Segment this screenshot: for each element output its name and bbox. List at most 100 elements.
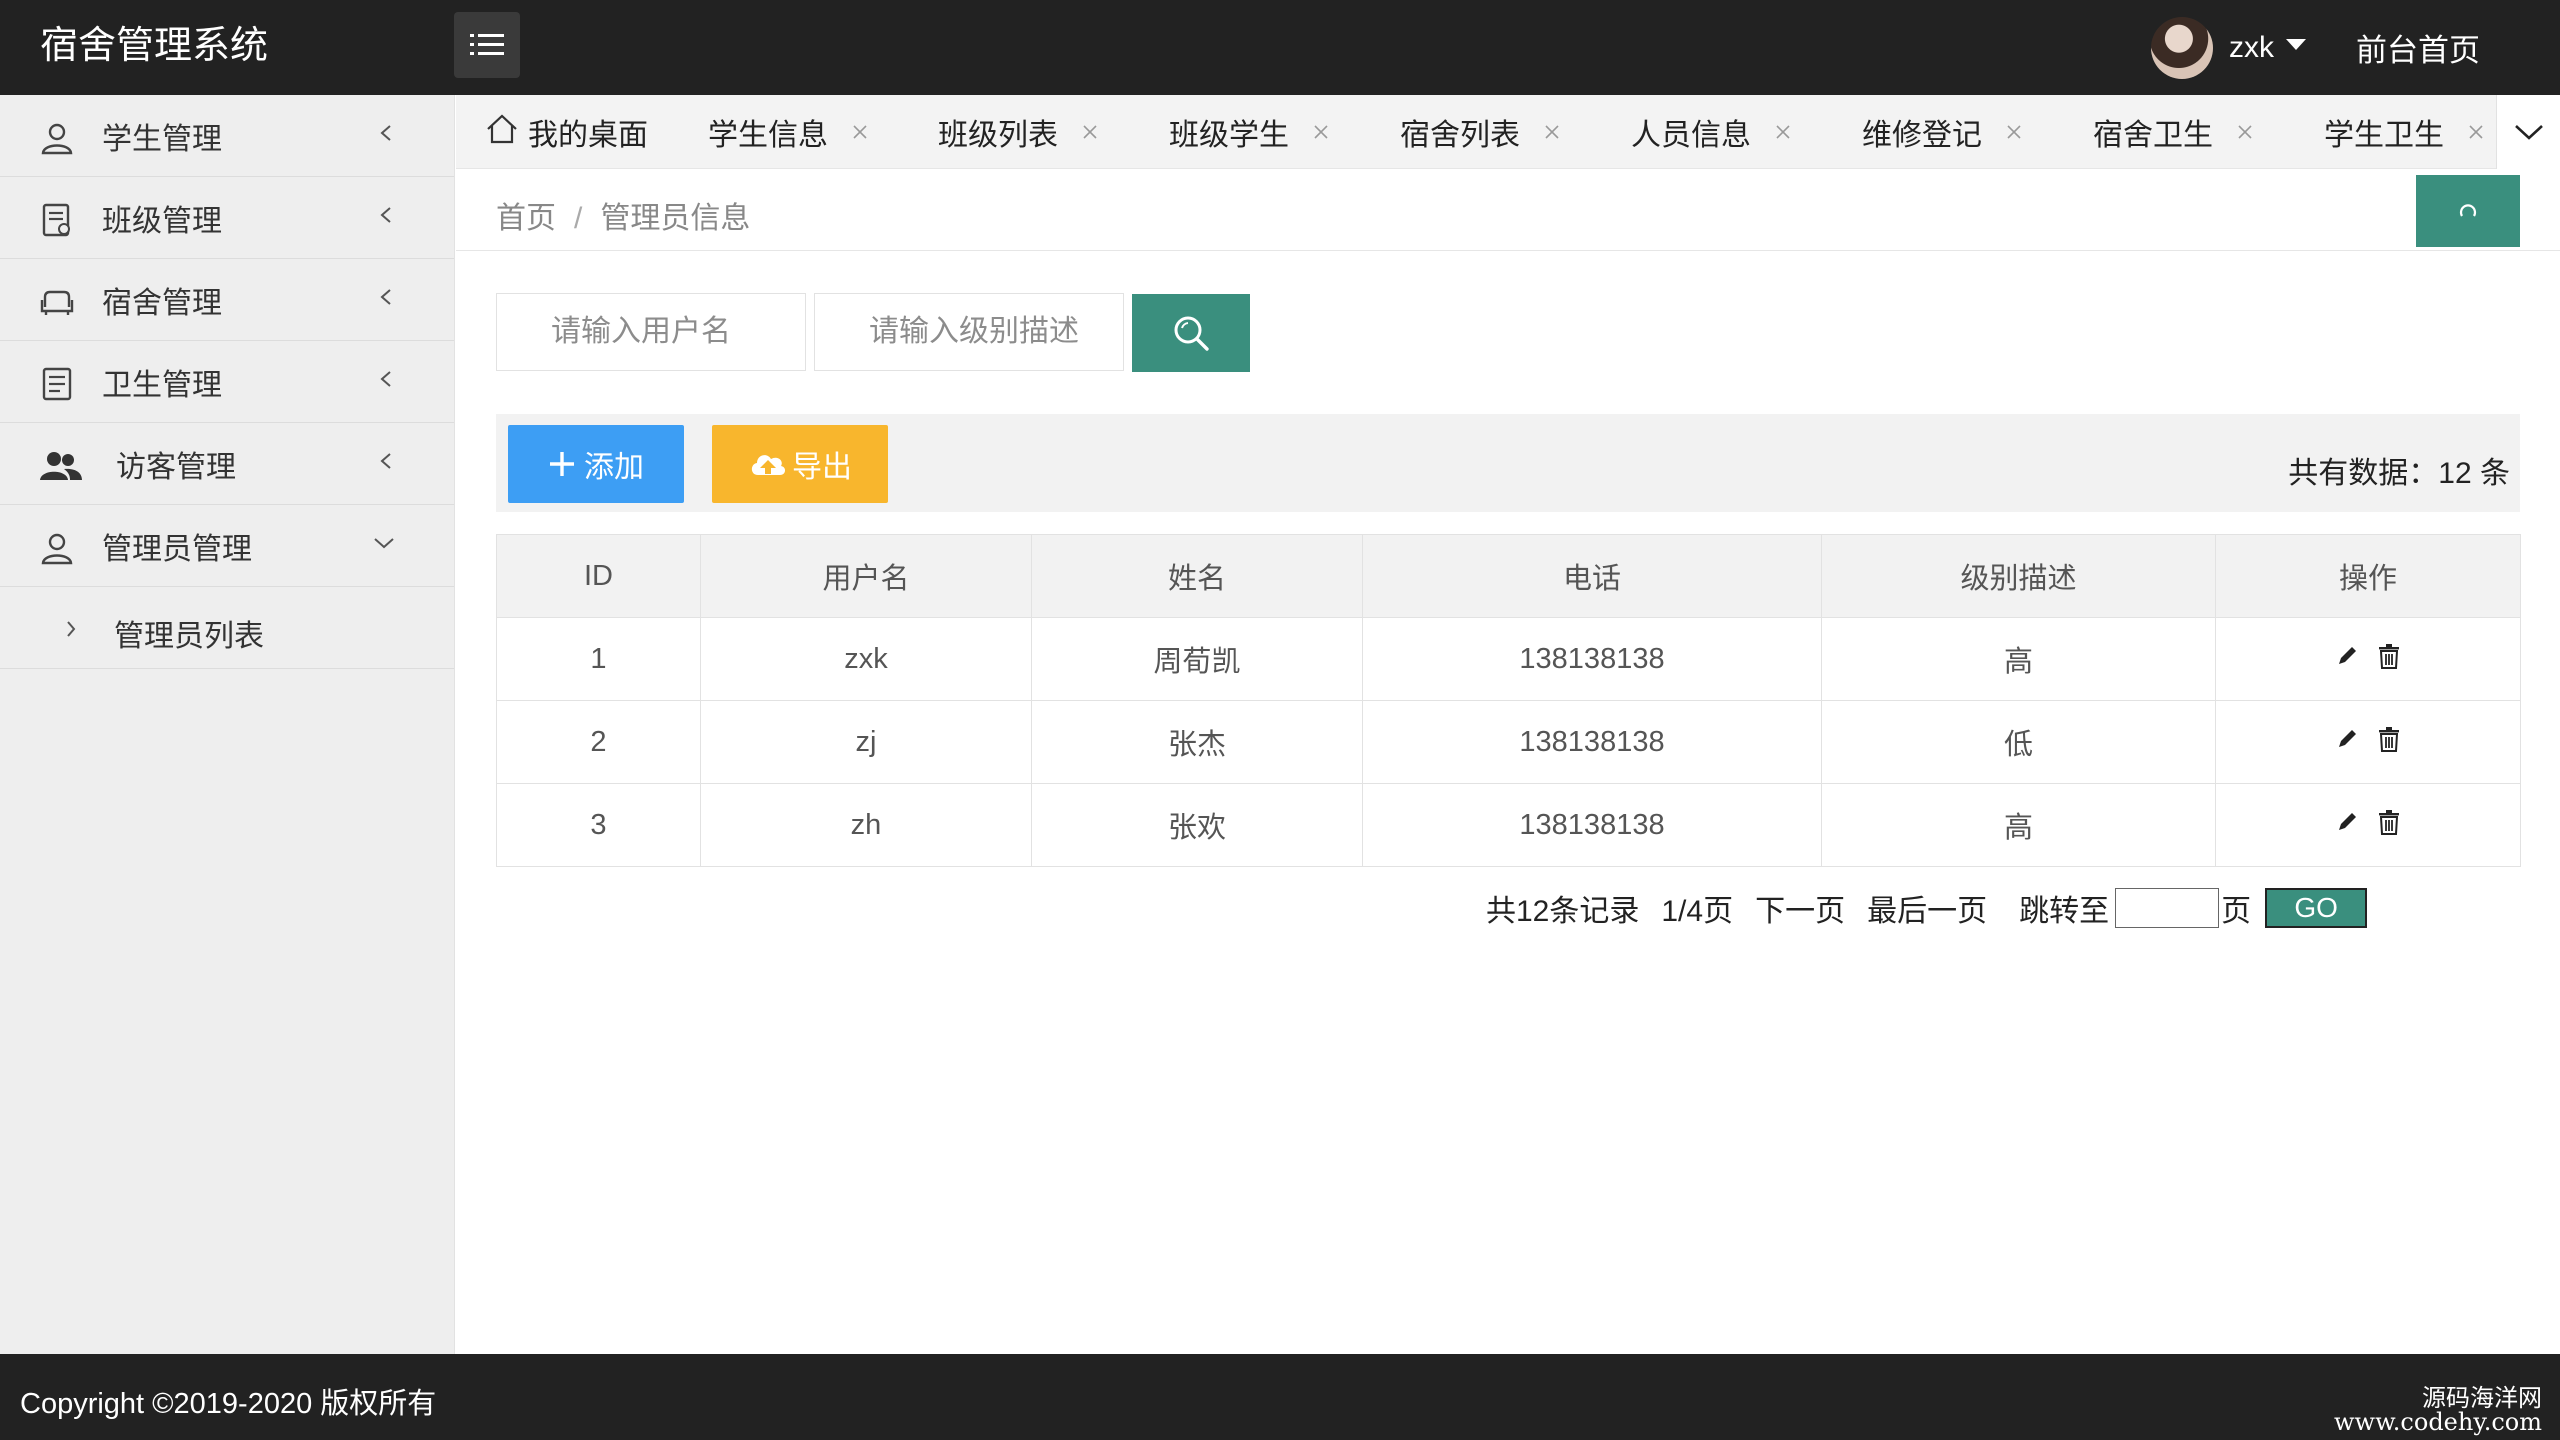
copyright-text: Copyright ©2019-2020 版权所有 <box>20 1388 437 1420</box>
pagination-records: 共12条记录 <box>1486 895 1640 928</box>
menu-toggle-button[interactable] <box>454 12 520 78</box>
pagination-jump-label: 跳转至 <box>2019 895 2110 928</box>
chevron-left-icon <box>380 371 391 387</box>
pagination-page-suffix: 页 <box>2221 895 2252 928</box>
close-icon[interactable] <box>852 124 868 140</box>
sidebar-item-label: 访客管理 <box>116 450 236 484</box>
avatar[interactable] <box>2151 16 2213 79</box>
hamburger-icon <box>470 34 504 55</box>
tab-class-students[interactable]: 班级学生 <box>1169 95 1329 169</box>
sidebar-item-label: 班级管理 <box>102 204 222 238</box>
pagination: 共12条记录 1/4页 下一页 最后一页 跳转至 页 GO <box>1486 886 2368 930</box>
table-row: 1 zxk 周荀凯 138138138 高 <box>496 617 2521 701</box>
sidebar-subitem-label: 管理员列表 <box>114 620 264 653</box>
cell-username: zh <box>700 783 1032 867</box>
pagination-last-link[interactable]: 最后一页 <box>1867 886 1987 930</box>
cell-name: 张欢 <box>1031 783 1363 867</box>
export-button[interactable]: 导出 <box>712 425 888 503</box>
breadcrumb-separator: / <box>574 202 583 235</box>
edit-icon[interactable] <box>2335 810 2359 834</box>
sidebar-item-classes[interactable]: 班级管理 <box>0 177 454 259</box>
chevron-down-icon <box>2514 125 2543 140</box>
refresh-icon <box>2459 204 2477 217</box>
refresh-button[interactable] <box>2416 175 2520 247</box>
table-toolbar: 添加 导出 共有数据：12 条 <box>496 414 2520 512</box>
breadcrumb-bar: 首页 / 管理员信息 <box>456 169 2560 251</box>
sidebar-item-admins[interactable]: 管理员管理 <box>0 505 454 587</box>
tab-dorm-list[interactable]: 宿舍列表 <box>1400 95 1560 169</box>
pagination-next-link[interactable]: 下一页 <box>1755 886 1845 930</box>
tab-label: 学生信息 <box>708 119 828 152</box>
cell-username: zj <box>700 700 1032 784</box>
column-header-level: 级别描述 <box>1821 534 2216 618</box>
trash-icon[interactable] <box>2377 643 2401 669</box>
sidebar-item-students[interactable]: 学生管理 <box>0 95 454 177</box>
breadcrumb-home[interactable]: 首页 <box>496 202 556 235</box>
chevron-left-icon <box>380 289 391 305</box>
sidebar-item-label: 管理员管理 <box>102 532 252 566</box>
sidebar-item-visitors[interactable]: 访客管理 <box>0 423 454 505</box>
cell-phone: 138138138 <box>1362 783 1822 867</box>
cell-phone: 138138138 <box>1362 617 1822 701</box>
close-icon[interactable] <box>2006 124 2022 140</box>
cell-id: 1 <box>496 617 701 701</box>
document-icon <box>42 203 70 237</box>
tab-repair-register[interactable]: 维修登记 <box>1862 95 2022 169</box>
page-number-input[interactable] <box>2115 888 2220 928</box>
tab-label: 学生卫生 <box>2324 119 2444 152</box>
chevron-right-icon <box>67 621 76 637</box>
close-icon[interactable] <box>1082 124 1098 140</box>
cell-actions <box>2215 617 2521 701</box>
cell-level: 高 <box>1821 617 2216 701</box>
tab-label: 宿舍卫生 <box>2093 119 2213 152</box>
tabs-bar: 我的桌面 学生信息 班级列表 班级学生 宿舍列表 人员信息 维修登记 宿舍卫生 … <box>456 95 2560 169</box>
chevron-left-icon <box>380 125 391 141</box>
level-search-input[interactable] <box>814 293 1124 371</box>
tabs-more-button[interactable] <box>2496 95 2560 169</box>
trash-icon[interactable] <box>2377 726 2401 752</box>
breadcrumb-current: 管理员信息 <box>600 202 751 235</box>
tab-my-desktop[interactable]: 我的桌面 <box>486 95 648 169</box>
sidebar-item-label: 宿舍管理 <box>102 286 222 320</box>
sidebar-item-label: 卫生管理 <box>102 368 222 402</box>
sidebar-subitem-admin-list[interactable]: 管理员列表 <box>0 587 454 669</box>
add-button-label: 添加 <box>584 451 644 484</box>
search-button[interactable] <box>1132 294 1250 372</box>
cell-id: 3 <box>496 783 701 867</box>
go-button[interactable]: GO <box>2265 888 2368 928</box>
cell-id: 2 <box>496 700 701 784</box>
cell-phone: 138138138 <box>1362 700 1822 784</box>
edit-icon[interactable] <box>2335 727 2359 751</box>
tab-class-list[interactable]: 班级列表 <box>938 95 1098 169</box>
close-icon[interactable] <box>2237 124 2253 140</box>
cell-name: 周荀凯 <box>1031 617 1363 701</box>
user-icon <box>41 533 73 565</box>
close-icon[interactable] <box>1775 124 1791 140</box>
sidebar-item-hygiene[interactable]: 卫生管理 <box>0 341 454 423</box>
edit-icon[interactable] <box>2335 644 2359 668</box>
cell-actions <box>2215 783 2521 867</box>
username-menu[interactable]: zxk <box>2229 31 2274 65</box>
users-icon <box>40 452 82 480</box>
tab-student-info[interactable]: 学生信息 <box>708 95 868 169</box>
tab-student-hygiene[interactable]: 学生卫生 <box>2324 95 2484 169</box>
tab-personnel-info[interactable]: 人员信息 <box>1631 95 1791 169</box>
caret-down-icon[interactable] <box>2286 39 2306 50</box>
total-count: 共有数据：12 条 <box>2288 457 2510 490</box>
close-icon[interactable] <box>2468 124 2484 140</box>
chevron-down-icon <box>374 538 394 549</box>
tab-dorm-hygiene[interactable]: 宿舍卫生 <box>2093 95 2253 169</box>
tab-label: 维修登记 <box>1862 119 1982 152</box>
close-icon[interactable] <box>1544 124 1560 140</box>
cell-actions <box>2215 700 2521 784</box>
cell-level: 高 <box>1821 783 2216 867</box>
breadcrumb: 首页 / 管理员信息 <box>496 193 750 237</box>
trash-icon[interactable] <box>2377 809 2401 835</box>
add-button[interactable]: 添加 <box>508 425 684 503</box>
sidebar: 学生管理 班级管理 宿舍管理 卫生管理 访客管理 管理员管理 管理员列表 <box>0 95 455 1355</box>
frontpage-link[interactable]: 前台首页 <box>2356 25 2480 70</box>
close-icon[interactable] <box>1313 124 1329 140</box>
home-icon <box>487 114 517 144</box>
sidebar-item-dorms[interactable]: 宿舍管理 <box>0 259 454 341</box>
username-search-input[interactable] <box>496 293 806 371</box>
